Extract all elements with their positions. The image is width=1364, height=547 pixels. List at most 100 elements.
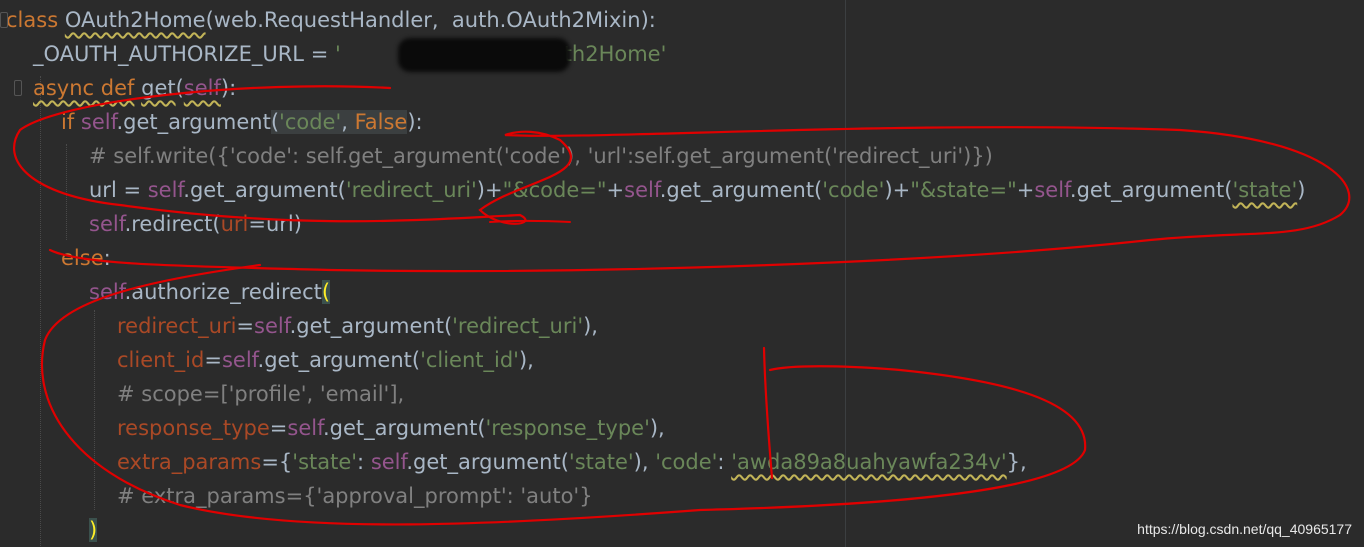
class-name: OAuth2Home [64, 8, 206, 32]
method-call: .authorize_redirect [124, 280, 322, 304]
paren: ) [1297, 178, 1306, 202]
string-literal: "&code=" [502, 178, 607, 202]
self-ref: self [1034, 178, 1070, 202]
operator: = [269, 416, 288, 440]
operator: )+ [476, 178, 503, 202]
code-line-15[interactable]: # extra_params={'approval_prompt': 'auto… [117, 479, 593, 513]
paren: ), [583, 314, 598, 338]
matched-paren: ( [321, 280, 331, 304]
string-literal: 'state' [292, 450, 358, 474]
matched-paren: ) [89, 518, 98, 542]
colon: : [103, 246, 111, 270]
code-line-9[interactable]: self.authorize_redirect( [89, 275, 331, 309]
code-line-8[interactable]: else: [61, 241, 111, 275]
self-ref: self [287, 416, 323, 440]
string-literal: 'awda89a8uahyawfa234v' [731, 450, 1007, 474]
operator: ), [633, 450, 656, 474]
self-ref: self [147, 178, 184, 202]
keyword-arg: url [220, 212, 249, 236]
keyword-arg: extra_params [117, 450, 262, 474]
fold-marker-icon[interactable] [0, 12, 8, 28]
code-line-11[interactable]: client_id=self.get_argument('client_id')… [117, 343, 534, 377]
self-param: self [183, 76, 221, 100]
code-line-7[interactable]: self.redirect(url=url) [89, 207, 302, 241]
code-line-16[interactable]: ) [89, 513, 98, 547]
method-call: .get_argument( [289, 314, 453, 338]
code-line-13[interactable]: response_type=self.get_argument('respons… [117, 411, 665, 445]
indent-guide [66, 144, 67, 240]
self-ref: self [370, 450, 407, 474]
string-literal: 'redirect_uri' [345, 178, 477, 202]
string-literal: 'state' [568, 450, 634, 474]
keyword: class [6, 8, 59, 32]
operator: ={ [261, 450, 293, 474]
method-call: .get_argument( [183, 178, 346, 202]
operator: + [1016, 178, 1035, 202]
code-line-5[interactable]: # self.write({'code': self.get_argument(… [89, 139, 993, 173]
operator: = [304, 42, 335, 66]
indent-guide [94, 310, 95, 510]
keyword: async def [33, 76, 135, 100]
self-ref: self [89, 212, 125, 236]
self-ref: self [624, 178, 660, 202]
colon: : [357, 450, 371, 474]
self-ref: self [254, 314, 290, 338]
keyword-arg: redirect_uri [117, 314, 237, 338]
operator: = [236, 314, 255, 338]
colon: : [717, 450, 732, 474]
method-call: .get_argument( [322, 416, 486, 440]
comment: # extra_params={'approval_prompt': 'auto… [117, 484, 593, 508]
paren: ), [649, 416, 665, 440]
keyword: False [354, 110, 408, 134]
redaction-blot [398, 38, 570, 72]
paren: ): [220, 76, 237, 100]
code-line-4[interactable]: if self.get_argument('code', False): [61, 105, 423, 139]
keyword-arg: response_type [117, 416, 270, 440]
string-literal: 'code' [655, 450, 718, 474]
operator: + [606, 178, 625, 202]
string-literal: 'state' [1232, 178, 1298, 202]
method-call: .get_argument( [659, 178, 823, 202]
code-line-1[interactable]: class OAuth2Home(web.RequestHandler, aut… [6, 3, 656, 37]
paren: ( [175, 76, 184, 100]
code-line-10[interactable]: redirect_uri=self.get_argument('redirect… [117, 309, 598, 343]
argument: =url) [248, 212, 302, 236]
paren: ): [407, 110, 423, 134]
constant-name: _OAUTH_AUTHORIZE_URL [33, 42, 305, 66]
code-line-14[interactable]: extra_params={'state': self.get_argument… [117, 445, 1027, 479]
keyword: else [61, 246, 104, 270]
comment: # scope=['profile', 'email'], [117, 382, 405, 406]
comment: # self.write({'code': self.get_argument(… [89, 144, 993, 168]
method-call: .get_argument( [257, 348, 421, 372]
code-line-6[interactable]: url = self.get_argument('redirect_uri')+… [89, 173, 1305, 207]
operator: )+ [884, 178, 911, 202]
method-call: .get_argument [116, 110, 271, 134]
method-call: .get_argument( [1069, 178, 1233, 202]
code-line-3[interactable]: async def get(self): [33, 71, 236, 105]
indent-guide [40, 76, 41, 546]
string-literal: ' [334, 42, 341, 66]
watermark: https://blog.csdn.net/qq_40965177 [1137, 521, 1352, 537]
string-literal: 'response_type' [485, 416, 650, 440]
string-literal: 'redirect_uri' [452, 314, 584, 338]
string-literal: 'code' [822, 178, 885, 202]
code-line-2[interactable]: _OAUTH_AUTHORIZE_URL = '/OAuth2Home' [33, 37, 666, 71]
class-bases: (web.RequestHandler, auth.OAuth2Mixin): [205, 8, 656, 32]
string-literal: "&state=" [910, 178, 1017, 202]
self-ref: self [221, 348, 258, 372]
self-ref: self [80, 110, 117, 134]
keyword: if [61, 110, 75, 134]
method-call: .redirect( [124, 212, 221, 236]
code-editor[interactable]: class OAuth2Home(web.RequestHandler, aut… [0, 0, 1364, 547]
fold-marker-icon[interactable] [14, 80, 22, 96]
keyword-arg: client_id [117, 348, 205, 372]
paren: ), [518, 348, 534, 372]
method-call: .get_argument( [406, 450, 569, 474]
self-ref: self [89, 280, 125, 304]
string-literal: 'client_id' [420, 348, 519, 372]
string-literal: 'code' [279, 110, 342, 134]
comma: , [341, 110, 355, 134]
function-name: get [141, 76, 176, 100]
code-line-12[interactable]: # scope=['profile', 'email'], [117, 377, 404, 411]
operator: = [204, 348, 222, 372]
